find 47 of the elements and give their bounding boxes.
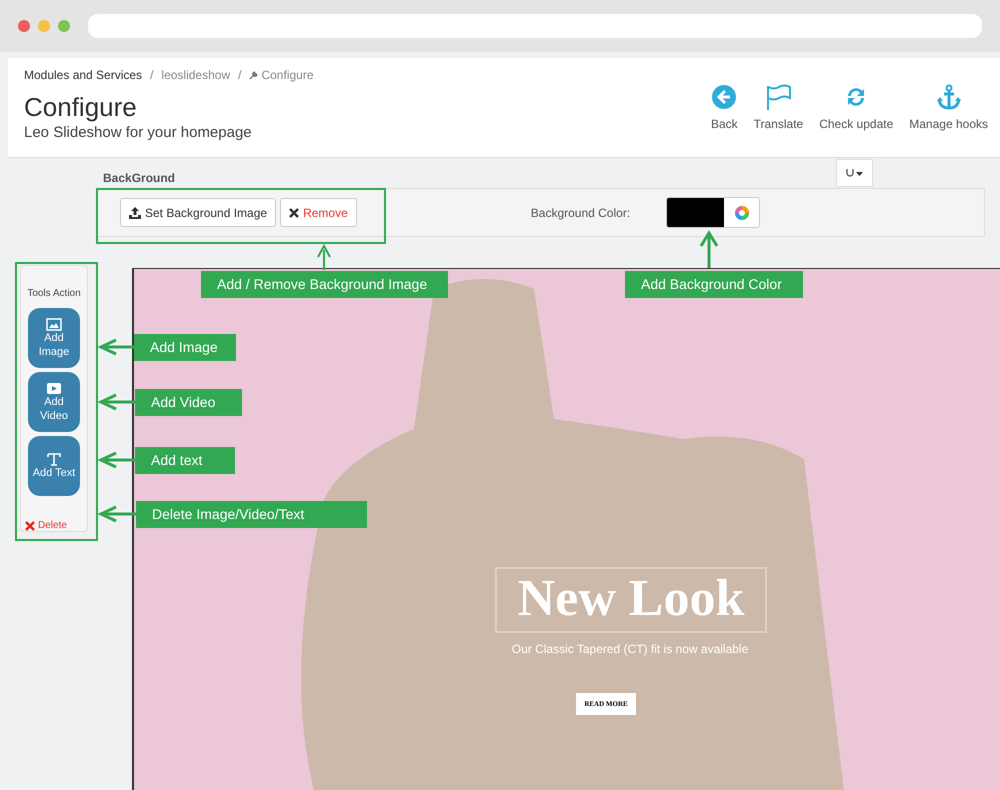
annotation-label: Add Image — [134, 334, 236, 361]
arrow-up — [317, 244, 331, 270]
color-swatch[interactable] — [667, 198, 724, 227]
magnet-caret-icon — [846, 168, 864, 178]
remove-button[interactable]: Remove — [280, 198, 357, 227]
image-icon — [46, 318, 62, 330]
tool-button[interactable]: Add Image — [28, 308, 80, 368]
dropdown-button[interactable] — [836, 159, 873, 187]
breadcrumb-link[interactable]: leoslideshow — [161, 66, 230, 84]
annotation-label: Add text — [135, 447, 235, 474]
breadcrumb-link[interactable]: Modules and Services — [24, 66, 142, 84]
arrow-left — [97, 338, 134, 356]
close-icon — [25, 520, 35, 530]
breadcrumb-link[interactable]: Configure — [249, 66, 314, 84]
annotation-label: Add Background Color — [625, 271, 803, 298]
arrow-left — [97, 506, 136, 522]
set-background-image-button[interactable]: Set Background Image — [120, 198, 276, 227]
arrow-left — [97, 394, 135, 410]
tool-button[interactable]: Add Text — [28, 436, 80, 496]
breadcrumb-separator: / — [150, 67, 154, 84]
play-icon — [46, 382, 62, 394]
color-picker-field[interactable] — [666, 197, 760, 228]
anchor-icon — [936, 84, 962, 110]
toolbar-button[interactable]: Check update — [815, 84, 898, 133]
annotation-label: Add Video — [135, 389, 242, 416]
annotation-label: Add / Remove Background Image — [201, 271, 448, 298]
page-title: Configure — [24, 92, 138, 122]
background-color-label: Background Color: — [530, 204, 630, 222]
arrow-up — [700, 230, 718, 268]
flag-icon — [765, 84, 792, 110]
tools-heading: Tools Action — [27, 287, 81, 301]
color-wheel-icon — [734, 204, 750, 220]
arrow-left — [97, 452, 135, 468]
toolbar-button[interactable]: Back — [706, 84, 742, 133]
page-subtitle: Leo Slideshow for your homepage — [24, 123, 253, 143]
tool-button[interactable]: Add Video — [28, 372, 80, 432]
text-icon — [46, 452, 62, 466]
toolbar-button[interactable]: Translate — [750, 84, 808, 133]
breadcrumb-separator: / — [238, 67, 242, 84]
color-picker-button[interactable] — [724, 198, 760, 227]
wrench-icon — [249, 70, 258, 80]
close-icon — [289, 208, 300, 218]
upload-icon — [129, 206, 141, 218]
toolbar-button[interactable]: Manage hooks — [905, 84, 992, 133]
delete-button[interactable]: Delete — [25, 518, 67, 533]
section-heading: BackGround — [102, 170, 176, 187]
annotation-label: Delete Image/Video/Text — [136, 501, 367, 528]
